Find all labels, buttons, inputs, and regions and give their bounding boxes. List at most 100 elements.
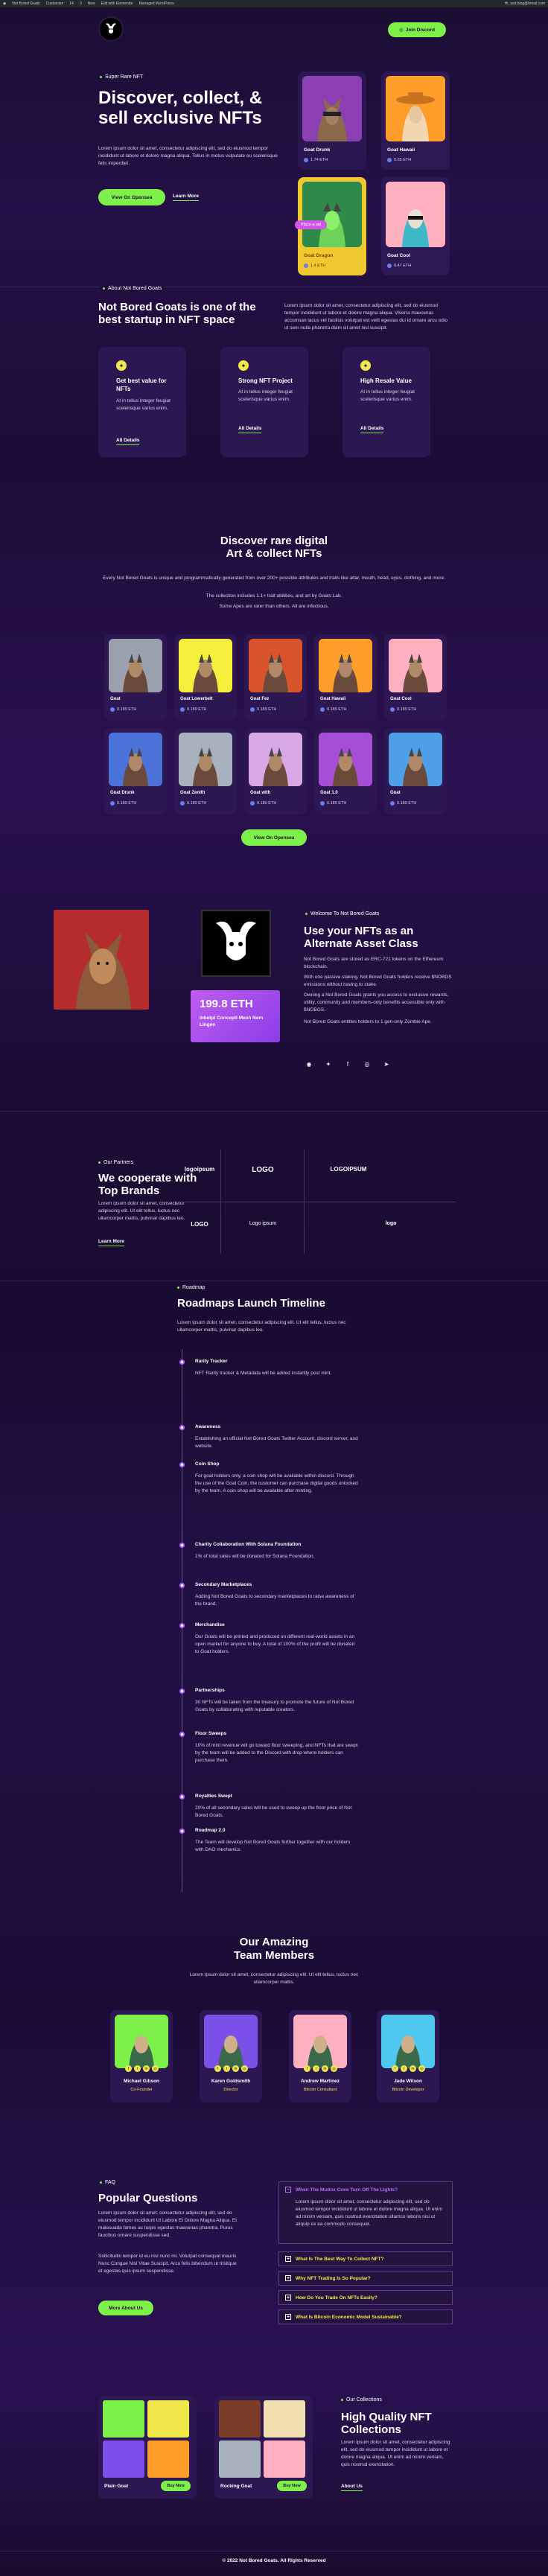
roadmap-tag: Roadmap — [177, 1285, 205, 1290]
collection-card[interactable]: Plain Goat Buy Now — [98, 2396, 197, 2499]
twitter-icon[interactable]: t — [313, 2065, 319, 2072]
team-card[interactable]: f t in ◎ Karen Goldsmith Director — [200, 2010, 262, 2102]
team-card[interactable]: f t in ◎ Jade Wilson Bitcoin Developer — [377, 2010, 439, 2102]
buy-now-button[interactable]: Buy Now — [161, 2481, 191, 2491]
collection-item[interactable]: Goat Zenith 0.189 ETH — [174, 728, 237, 814]
partner-logo[interactable]: logo — [372, 1221, 410, 1226]
discord-icon[interactable]: ◉ — [305, 1060, 313, 1068]
learn-more-link[interactable]: Learn More — [173, 194, 200, 201]
collection-item[interactable]: Goat Lowerbelt 0.189 ETH — [174, 634, 237, 721]
roadmap-desc: Lorem ipsum dolor sit amet, consectetur … — [177, 1320, 346, 1333]
partner-logo[interactable]: Logo ipsum — [238, 1221, 287, 1226]
roadmap-item-desc: Establishing an official Not Bored Goats… — [195, 1436, 358, 1449]
instagram-icon[interactable]: ◎ — [152, 2065, 159, 2072]
member-photo — [115, 2015, 168, 2068]
admin-bar-item[interactable]: Edit with Elementor — [101, 1, 133, 6]
team-card[interactable]: f t in ◎ Andrew Martinez Bitcoin Consultant — [289, 2010, 351, 2102]
collection-item[interactable]: Goat Drunk 0.189 ETH — [104, 728, 167, 814]
facebook-icon[interactable]: f — [304, 2065, 310, 2072]
buy-now-button[interactable]: Buy Now — [277, 2481, 307, 2491]
twitter-icon[interactable]: t — [223, 2065, 230, 2072]
site-logo[interactable] — [98, 16, 124, 42]
collection-item[interactable]: Goat 0.189 ETH — [384, 728, 447, 814]
faq-p1: Lorem ipsum dolor sit amet, consectetur … — [98, 2210, 238, 2238]
facebook-icon[interactable]: f — [214, 2065, 221, 2072]
nft-image — [389, 733, 442, 786]
roadmap-item-title: Charity Collaboration With Solana Founda… — [195, 1542, 302, 1547]
faq-question: When The Mudox Crew Turn Off The Lights? — [296, 2187, 398, 2193]
nft-name: Goat Fez — [250, 697, 270, 701]
faq-item[interactable]: + What Is The Best Way To Collect NFT? — [278, 2251, 453, 2266]
faq-item[interactable]: + How Do You Trade On NFTs Easily? — [278, 2290, 453, 2305]
facebook-icon[interactable]: f — [344, 1060, 351, 1068]
faq-open-item[interactable]: − When The Mudox Crew Turn Off The Light… — [278, 2181, 453, 2244]
telegram-icon[interactable]: ➤ — [383, 1060, 390, 1068]
admin-bar-item[interactable]: 0 — [80, 1, 82, 6]
feature-link[interactable]: All Details — [116, 438, 140, 445]
view-opensea-button[interactable]: View On Opensea — [98, 189, 165, 205]
partner-logo[interactable]: LOGOIPSUM — [320, 1166, 377, 1173]
join-discord-button[interactable]: ◎ Join Discord — [388, 22, 446, 37]
nft-card[interactable]: Goat Cool 0.47 ETH — [381, 177, 450, 275]
partner-logo[interactable]: logoipsum — [183, 1166, 216, 1173]
learn-more-link-2[interactable]: Learn More — [98, 1239, 125, 1246]
linkedin-icon[interactable]: in — [232, 2065, 239, 2072]
faq-item[interactable]: + What Is Bitcoin Economic Model Sustaina… — [278, 2309, 453, 2324]
member-name: Karen Goldsmith — [211, 2079, 251, 2084]
collection-p2: The collection includes 1.1+ trait abili… — [206, 593, 342, 599]
faq-open-header[interactable]: − When The Mudox Crew Turn Off The Light… — [279, 2182, 452, 2197]
linkedin-icon[interactable]: in — [143, 2065, 150, 2072]
nft-card[interactable]: Goat Drunk 1.74 ETH — [298, 71, 366, 170]
nft-name: Goat Zenith — [180, 791, 206, 795]
partner-logo[interactable]: LOGO — [238, 1166, 287, 1174]
collection-item[interactable]: Goat with 0.189 ETH — [244, 728, 307, 814]
collection-item[interactable]: Goat 1.0 0.189 ETH — [314, 728, 377, 814]
nft-name: Goat 1.0 — [320, 791, 338, 795]
collection-item[interactable]: Goat Cool 0.189 ETH — [384, 634, 447, 721]
faq-item[interactable]: + Why NFT Trading Is So Popular? — [278, 2271, 453, 2286]
admin-bar-item[interactable]: Managed WordPress — [139, 1, 174, 6]
nft-card[interactable]: Goat Hawaii 0.65 ETH — [381, 71, 450, 170]
partner-logo[interactable]: LOGO — [183, 1221, 216, 1228]
wp-logo-icon[interactable]: ◉ — [3, 1, 6, 6]
instagram-icon[interactable]: ◎ — [363, 1060, 371, 1068]
about-tag: About Not Bored Goats — [100, 286, 165, 291]
more-about-us-button[interactable]: More About Us — [98, 2301, 153, 2315]
instagram-icon[interactable]: ◎ — [241, 2065, 248, 2072]
feature-link[interactable]: All Details — [238, 426, 262, 433]
twitter-icon[interactable]: t — [401, 2065, 407, 2072]
member-name: Jade Wilson — [394, 2079, 422, 2084]
admin-bar-item[interactable]: Not Bored Goats — [12, 1, 39, 6]
social-links: ◉ ✦ f ◎ ➤ — [305, 1060, 390, 1068]
place-bid-badge[interactable]: Place a bid — [295, 220, 328, 229]
admin-bar-item[interactable]: 14 — [69, 1, 74, 6]
instagram-icon[interactable]: ◎ — [418, 2065, 425, 2072]
goat-logo-icon — [216, 921, 256, 960]
collection-item[interactable]: Goat Hawaii 0.189 ETH — [314, 634, 377, 721]
admin-bar-item[interactable]: New — [88, 1, 95, 6]
admin-bar-item[interactable]: Customize — [46, 1, 64, 6]
about-us-link[interactable]: About Us — [341, 2484, 363, 2491]
team-card[interactable]: f t in ◎ Michael Gibson Co-Founder — [110, 2010, 173, 2102]
facebook-icon[interactable]: f — [125, 2065, 132, 2072]
view-opensea-button-2[interactable]: View On Opensea — [241, 829, 307, 846]
roadmap-item-title: Merchandise — [195, 1622, 225, 1627]
linkedin-icon[interactable]: in — [322, 2065, 328, 2072]
admin-bar-user[interactable]: Hi, asd.blog@hmail.com — [505, 1, 545, 6]
collection-item[interactable]: Goat 0.189 ETH — [104, 634, 167, 721]
roadmap-item-title: Coin Shop — [195, 1461, 220, 1467]
instagram-icon[interactable]: ◎ — [331, 2065, 337, 2072]
faq-question: What Is Bitcoin Economic Model Sustainab… — [296, 2314, 402, 2320]
roadmap-item-desc: 1% of total sales will be donated for So… — [195, 1554, 315, 1559]
facebook-icon[interactable]: f — [392, 2065, 398, 2072]
collection-item[interactable]: Goat Fez 0.189 ETH — [244, 634, 307, 721]
goat-logo-icon — [106, 23, 116, 34]
twitter-icon[interactable]: ✦ — [325, 1060, 332, 1068]
collection-card[interactable]: Rocking Goat Buy Now — [214, 2396, 313, 2499]
twitter-icon[interactable]: t — [134, 2065, 141, 2072]
member-role: Bitcoin Developer — [392, 2088, 424, 2092]
collection-title-2: Art & collect NFTs — [226, 547, 322, 560]
feature-link[interactable]: All Details — [360, 426, 384, 433]
linkedin-icon[interactable]: in — [410, 2065, 416, 2072]
feature-desc: At in tellus integer feugiat scelerisque… — [116, 398, 171, 411]
